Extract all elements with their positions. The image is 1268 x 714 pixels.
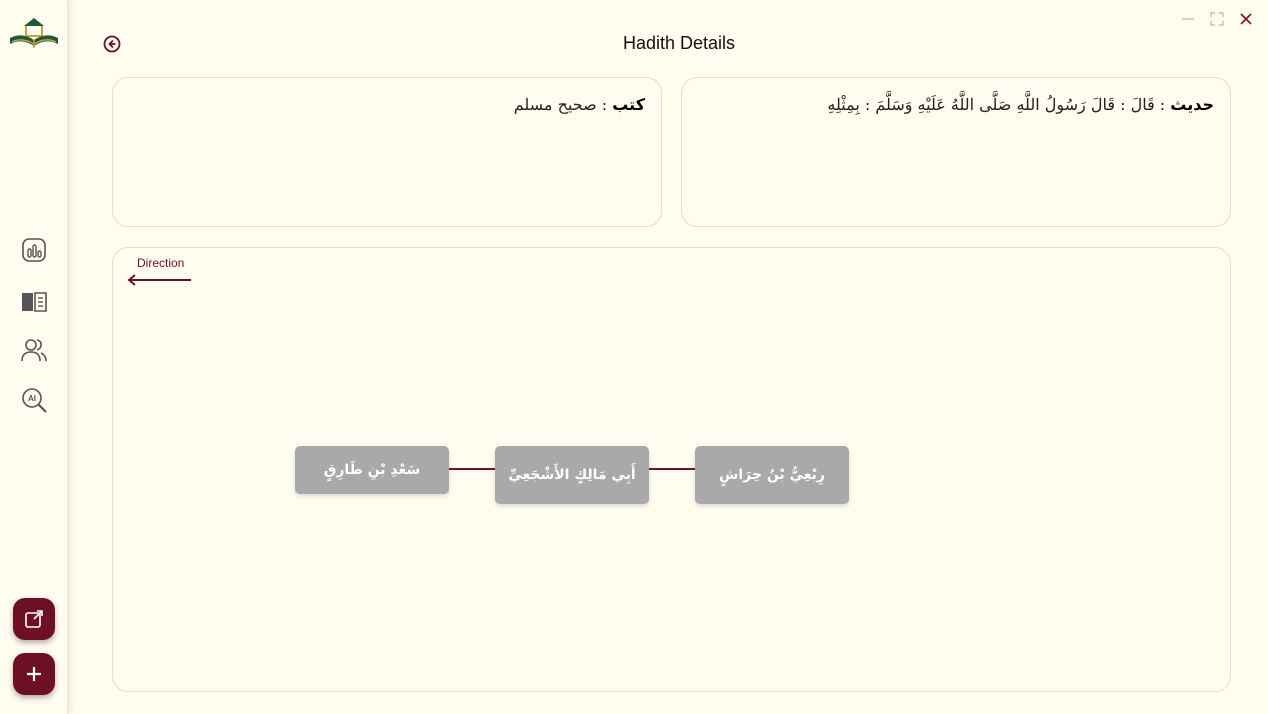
arrow-left-icon — [127, 274, 191, 286]
close-icon[interactable] — [1237, 10, 1255, 28]
narrator-node[interactable]: رِبْعِيُّ بْنُ حِرَاشٍ — [695, 446, 849, 504]
svg-text:AI: AI — [28, 394, 36, 403]
ai-search-icon[interactable]: AI — [20, 386, 48, 414]
hadith-value: قَالَ : قَالَ رَسُولُ اللَّهِ صَلَّى الل… — [827, 95, 1155, 114]
hadith-card: حديث : قَالَ : قَالَ رَسُولُ اللَّهِ صَل… — [681, 77, 1231, 227]
maximize-icon[interactable] — [1208, 10, 1226, 28]
page-title: Hadith Details — [622, 33, 736, 53]
hadith-label: حديث — [1170, 95, 1214, 114]
users-icon[interactable] — [20, 336, 48, 364]
sidebar: AI — [0, 0, 68, 714]
book-icon[interactable] — [20, 287, 48, 315]
chart-icon[interactable] — [20, 236, 48, 264]
book-card: كتب : صحيح مسلم — [112, 77, 662, 227]
add-button[interactable] — [13, 653, 55, 695]
book-mosque-logo — [10, 18, 58, 48]
book-value: صحيح مسلم — [513, 95, 597, 114]
book-text: كتب : صحيح مسلم — [513, 95, 645, 114]
plus-icon — [27, 667, 41, 681]
back-icon[interactable] — [102, 34, 122, 54]
external-link-button[interactable] — [13, 598, 55, 640]
narrator-node[interactable]: أَبِي مَالِكٍ الأَشْجَعِيِّ — [495, 446, 649, 504]
chain-edge — [449, 468, 495, 470]
direction-label: Direction — [137, 256, 185, 270]
minimize-icon[interactable] — [1179, 10, 1197, 28]
narrator-node[interactable]: سَعْدِ بْنِ طَارِقٍ — [295, 446, 449, 494]
external-link-icon — [25, 610, 43, 628]
chain-edge — [649, 468, 695, 470]
hadith-text: حديث : قَالَ : قَالَ رَسُولُ اللَّهِ صَل… — [827, 95, 1214, 114]
book-label: كتب — [612, 95, 645, 114]
